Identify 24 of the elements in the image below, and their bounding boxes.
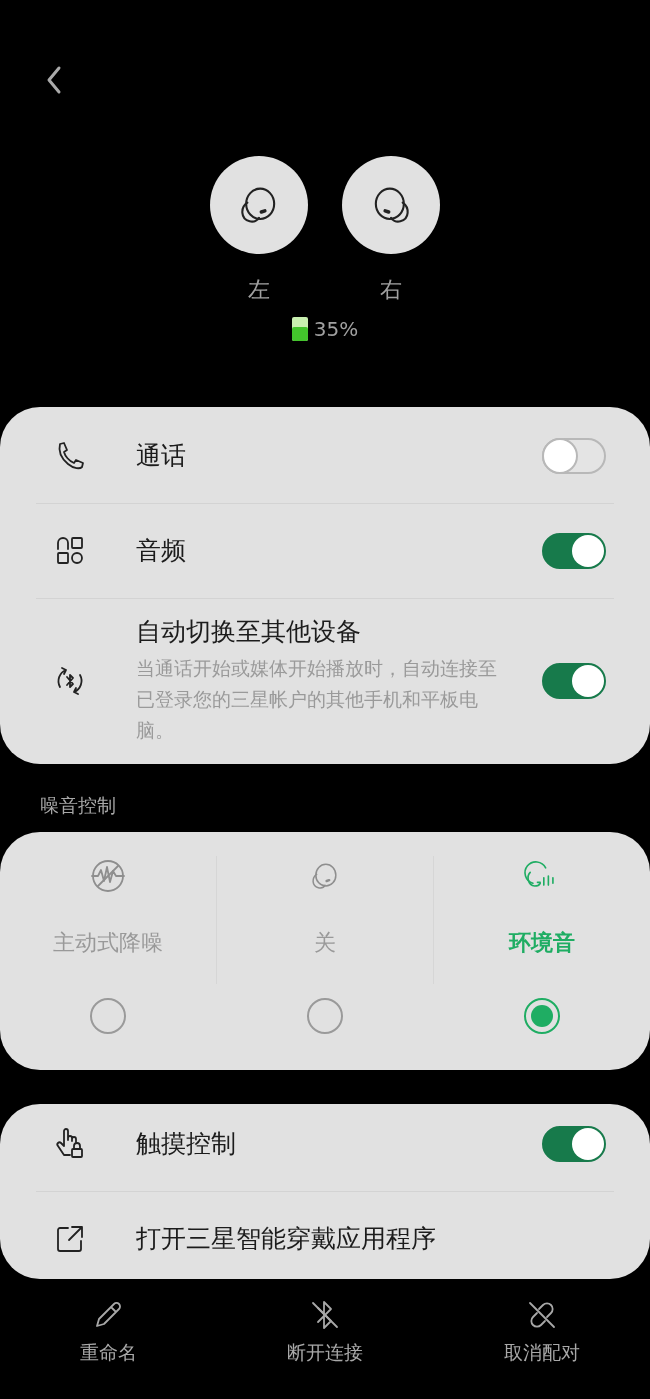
earbud-label: 右 (380, 276, 402, 304)
radio-button[interactable] (524, 998, 560, 1034)
mode-label: 关 (314, 929, 336, 957)
setting-label: 触摸控制 (136, 1128, 237, 1160)
setting-label: 音频 (136, 535, 187, 567)
setting-label: 自动切换至其他设备 (136, 616, 362, 648)
action-button[interactable]: 取消配对 (433, 1297, 650, 1365)
action-button[interactable]: 重命名 (0, 1297, 217, 1365)
radio-button[interactable] (307, 998, 343, 1034)
section-title: 噪音控制 (40, 793, 117, 818)
toggle-switch[interactable] (542, 533, 606, 569)
battery-percentage: 35% (313, 316, 359, 343)
setting-label: 打开三星智能穿戴应用程序 (136, 1223, 437, 1255)
action-button[interactable]: 断开连接 (216, 1297, 434, 1365)
earbud-label: 左 (248, 276, 270, 304)
toggle-switch[interactable] (542, 662, 606, 699)
mode-label: 主动式降噪 (53, 929, 163, 957)
toggle-switch[interactable] (542, 1126, 606, 1162)
setting-description: 当通话开始或媒体开始播放时，自动连接至已登录您的三星帐户的其他手机和平板电脑。 (136, 656, 498, 743)
battery-icon (291, 317, 308, 341)
toggle-switch[interactable] (542, 438, 606, 474)
setting-label: 通话 (136, 440, 187, 472)
radio-button[interactable] (90, 998, 126, 1034)
mode-label: 环境音 (509, 929, 575, 957)
